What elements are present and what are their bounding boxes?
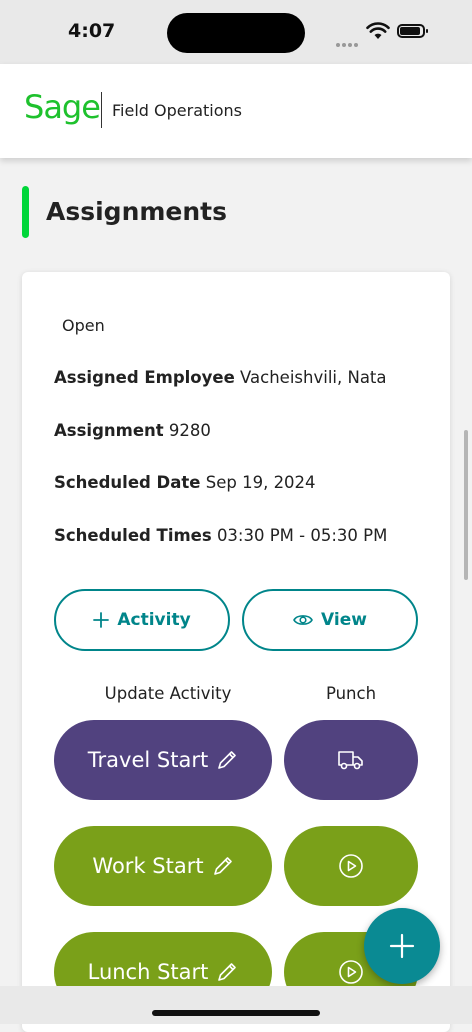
add-activity-label: Activity (117, 610, 191, 630)
field-value: Vacheishvili, Nata (240, 368, 387, 387)
signal-icon (336, 32, 360, 47)
plus-icon (93, 612, 110, 628)
pencil-icon (218, 751, 237, 769)
eye-icon (293, 615, 313, 625)
view-button[interactable]: View (242, 589, 418, 651)
field-label: Scheduled Times (54, 526, 212, 545)
add-activity-button[interactable]: Activity (54, 589, 230, 651)
play-circle-icon (339, 960, 363, 984)
truck-icon (338, 751, 363, 770)
home-indicator[interactable] (152, 1010, 320, 1016)
add-fab-button[interactable] (364, 908, 440, 984)
wifi-icon (366, 22, 390, 39)
field-scheduled-date: Scheduled Date Sep 19, 2024 (54, 473, 316, 492)
field-assigned-employee: Assigned Employee Vacheishvili, Nata (54, 368, 387, 387)
field-value: Sep 19, 2024 (205, 473, 316, 492)
field-scheduled-times: Scheduled Times 03:30 PM - 05:30 PM (54, 526, 387, 545)
lunch-start-label: Lunch Start (87, 960, 209, 984)
field-label: Assigned Employee (54, 368, 235, 387)
page-title: Assignments (46, 197, 228, 226)
dynamic-island (167, 13, 305, 53)
battery-icon (397, 24, 428, 38)
travel-punch-button[interactable] (284, 720, 418, 800)
scrollbar[interactable] (464, 430, 468, 580)
brand-divider (101, 92, 102, 128)
sage-logo: Sage (24, 88, 101, 126)
status-bar: 4:07 (0, 0, 472, 64)
punch-header: Punch (325, 684, 377, 703)
assignment-status: Open (62, 316, 105, 335)
pencil-icon (213, 857, 232, 875)
update-activity-header: Update Activity (104, 684, 232, 703)
status-time: 4:07 (68, 20, 116, 42)
work-start-button[interactable]: Work Start (54, 826, 272, 906)
work-punch-button[interactable] (284, 826, 418, 906)
bottom-bar (0, 986, 472, 1024)
travel-start-button[interactable]: Travel Start (54, 720, 272, 800)
play-circle-icon (339, 854, 363, 878)
field-label: Scheduled Date (54, 473, 201, 492)
pencil-icon (218, 963, 237, 981)
field-label: Assignment (54, 421, 164, 440)
title-accent-bar (22, 186, 29, 238)
travel-start-label: Travel Start (87, 748, 209, 772)
view-label: View (321, 610, 367, 630)
app-header: Sage Field Operations (0, 64, 472, 158)
field-value: 03:30 PM - 05:30 PM (216, 526, 388, 545)
work-start-label: Work Start (92, 854, 204, 878)
product-name: Field Operations (112, 101, 242, 120)
field-assignment: Assignment 9280 (54, 421, 211, 440)
field-value: 9280 (168, 421, 211, 440)
plus-icon (389, 933, 415, 959)
